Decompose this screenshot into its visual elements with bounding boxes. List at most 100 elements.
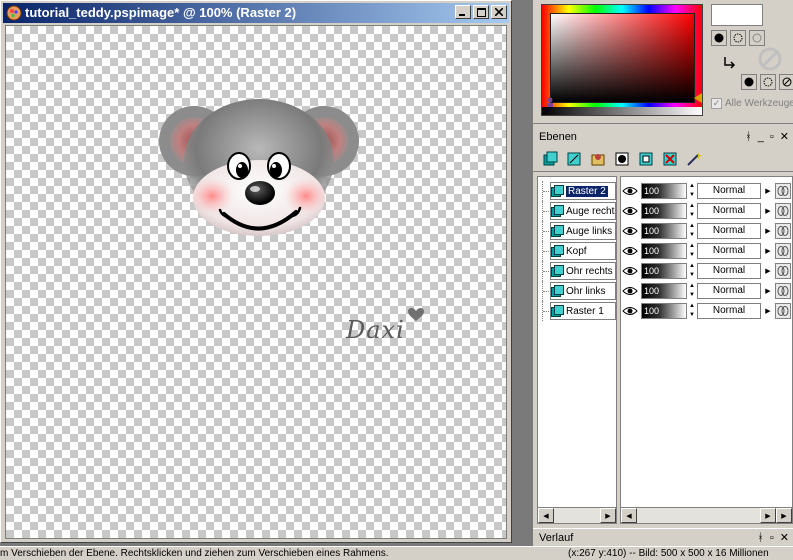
color-picker[interactable]: [541, 4, 703, 116]
new-adjustment-layer-button[interactable]: [637, 150, 655, 168]
visibility-eye-icon[interactable]: [621, 303, 639, 319]
blend-mode-dropdown-arrow[interactable]: ▶: [763, 203, 773, 219]
opacity-field[interactable]: 100: [641, 263, 687, 279]
layer-name-cell[interactable]: Ohr rechts: [550, 262, 616, 280]
new-mask-layer-button[interactable]: [613, 150, 631, 168]
visibility-eye-icon[interactable]: [621, 203, 639, 219]
blend-mode-dropdown-arrow[interactable]: ▶: [763, 283, 773, 299]
opacity-spinner[interactable]: ▲ ▼: [689, 303, 695, 319]
blend-mode-dropdown-arrow[interactable]: ▶: [763, 183, 773, 199]
background-gradient-button[interactable]: [760, 74, 776, 90]
blend-mode-field[interactable]: Normal: [697, 263, 761, 279]
blend-mode-field[interactable]: Normal: [697, 243, 761, 259]
minimize-icon[interactable]: _: [758, 128, 764, 146]
new-art-media-layer-button[interactable]: [589, 150, 607, 168]
layer-name-cell[interactable]: Auge rechts: [550, 202, 616, 220]
link-icon[interactable]: [775, 223, 791, 239]
opacity-spinner[interactable]: ▲ ▼: [689, 283, 695, 299]
layer-name-cell[interactable]: Kopf: [550, 242, 616, 260]
link-icon[interactable]: [775, 183, 791, 199]
blend-mode-field[interactable]: Normal: [697, 283, 761, 299]
opacity-field[interactable]: 100: [641, 223, 687, 239]
layer-row[interactable]: Ohr links: [538, 281, 616, 301]
blend-mode-field[interactable]: Normal: [697, 203, 761, 219]
opacity-field[interactable]: 100: [641, 203, 687, 219]
scroll-right-end-button[interactable]: ▶: [776, 508, 792, 523]
teddy-head-image[interactable]: [154, 86, 364, 236]
document-title-bar[interactable]: tutorial_teddy.pspimage* @ 100% (Raster …: [3, 3, 509, 23]
layer-row[interactable]: Auge links: [538, 221, 616, 241]
opacity-spinner[interactable]: ▲ ▼: [689, 263, 695, 279]
solid-color-button[interactable]: [711, 30, 727, 46]
new-vector-layer-button[interactable]: [565, 150, 583, 168]
gradient-button[interactable]: [730, 30, 746, 46]
blend-mode-dropdown-arrow[interactable]: ▶: [763, 303, 773, 319]
opacity-field[interactable]: 100: [641, 303, 687, 319]
foreground-swatch[interactable]: [711, 4, 763, 26]
layer-row[interactable]: Kopf: [538, 241, 616, 261]
opacity-field[interactable]: 100: [641, 243, 687, 259]
scroll-track[interactable]: [554, 508, 600, 523]
blend-mode-field[interactable]: Normal: [697, 223, 761, 239]
scroll-right-button[interactable]: ▶: [600, 508, 616, 523]
restore-icon[interactable]: ▫: [770, 529, 774, 546]
background-none-button[interactable]: [779, 74, 793, 90]
opacity-field[interactable]: 100: [641, 183, 687, 199]
scroll-right-button[interactable]: ▶: [760, 508, 776, 523]
maximize-button[interactable]: [473, 5, 489, 19]
visibility-eye-icon[interactable]: [621, 263, 639, 279]
layer-name-cell[interactable]: Ohr links: [550, 282, 616, 300]
swap-colors-icon[interactable]: [723, 55, 737, 69]
pin-icon[interactable]: ᚼ: [757, 529, 764, 546]
visibility-eye-icon[interactable]: [621, 183, 639, 199]
restore-icon[interactable]: ▫: [770, 128, 774, 146]
delete-layer-button[interactable]: [661, 150, 679, 168]
layer-name-cell[interactable]: Auge links: [550, 222, 616, 240]
background-solid-button[interactable]: [741, 74, 757, 90]
new-raster-layer-button[interactable]: [541, 150, 559, 168]
layer-row[interactable]: Auge rechts: [538, 201, 616, 221]
visibility-eye-icon[interactable]: [621, 243, 639, 259]
image-canvas[interactable]: Daxi: [5, 25, 507, 539]
visibility-eye-icon[interactable]: [621, 283, 639, 299]
opacity-field[interactable]: 100: [641, 283, 687, 299]
layer-properties-button[interactable]: [685, 150, 703, 168]
link-icon[interactable]: [775, 283, 791, 299]
close-button[interactable]: [491, 5, 507, 19]
layer-names-scrollbar[interactable]: ◀ ▶: [538, 507, 616, 523]
grayscale-strip[interactable]: [542, 107, 702, 115]
layer-row[interactable]: Raster 1: [538, 301, 616, 321]
opacity-spinner[interactable]: ▲ ▼: [689, 203, 695, 219]
blend-mode-field[interactable]: Normal: [697, 303, 761, 319]
pin-icon[interactable]: ᚼ: [745, 128, 752, 146]
all-tools-checkbox[interactable]: ✓ Alle Werkzeuge: [711, 98, 793, 109]
scroll-left-button[interactable]: ◀: [621, 508, 637, 523]
link-icon[interactable]: [775, 203, 791, 219]
layer-row[interactable]: Ohr rechts: [538, 261, 616, 281]
layers-title-bar[interactable]: Ebenen ᚼ _ ▫ ✕: [533, 128, 793, 146]
paint-shop-pro-icon[interactable]: [6, 5, 22, 21]
blend-mode-dropdown-arrow[interactable]: ▶: [763, 243, 773, 259]
opacity-spinner[interactable]: ▲ ▼: [689, 223, 695, 239]
layer-name-cell[interactable]: Raster 1: [550, 302, 616, 320]
layer-name-cell[interactable]: Raster 2: [550, 182, 616, 200]
opacity-spinner[interactable]: ▲ ▼: [689, 243, 695, 259]
link-icon[interactable]: [775, 243, 791, 259]
saturation-lightness-box[interactable]: [550, 13, 695, 103]
layer-row[interactable]: Raster 2: [538, 181, 616, 201]
layer-properties-scrollbar[interactable]: ◀ ▶ ▶: [621, 507, 792, 523]
scroll-left-button[interactable]: ◀: [538, 508, 554, 523]
minimize-button[interactable]: [455, 5, 471, 19]
link-icon[interactable]: [775, 303, 791, 319]
scroll-track[interactable]: [637, 508, 760, 523]
blend-mode-dropdown-arrow[interactable]: ▶: [763, 263, 773, 279]
transparent-icon[interactable]: [757, 46, 783, 72]
opacity-spinner[interactable]: ▲ ▼: [689, 183, 695, 199]
close-icon[interactable]: ✕: [780, 128, 789, 146]
history-palette-bar[interactable]: Verlauf ᚼ ▫ ✕: [533, 528, 793, 546]
visibility-eye-icon[interactable]: [621, 223, 639, 239]
blend-mode-dropdown-arrow[interactable]: ▶: [763, 223, 773, 239]
link-icon[interactable]: [775, 263, 791, 279]
blend-mode-field[interactable]: Normal: [697, 183, 761, 199]
close-icon[interactable]: ✕: [780, 529, 789, 546]
